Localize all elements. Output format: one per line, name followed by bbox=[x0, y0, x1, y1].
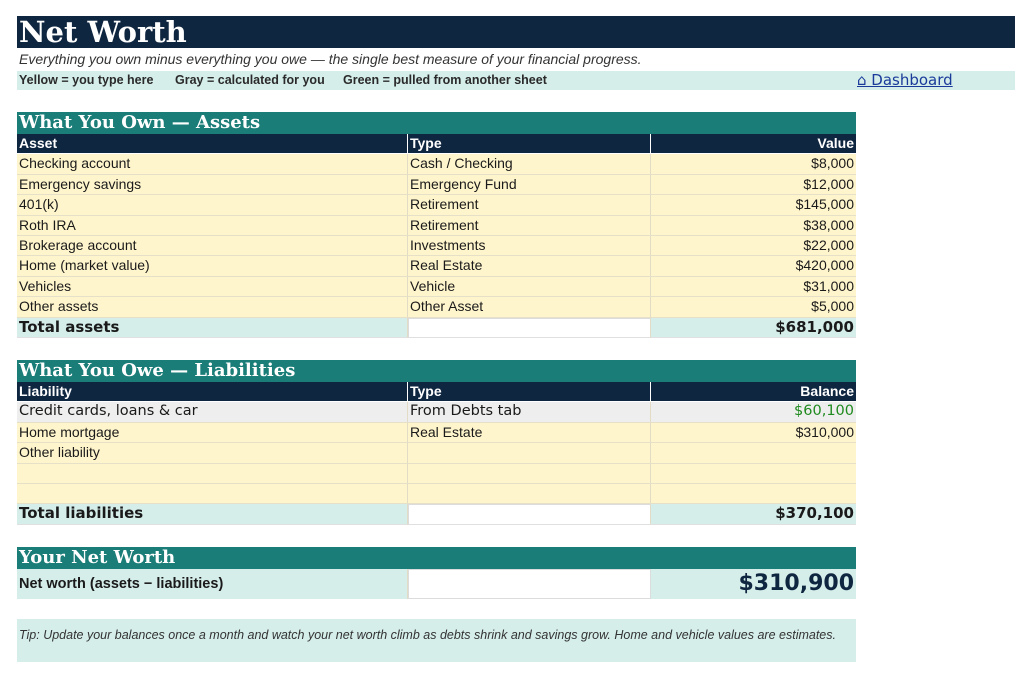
asset-name-cell[interactable]: Vehicles bbox=[17, 276, 408, 298]
table-row: Brokerage account Investments $22,000 bbox=[17, 235, 856, 257]
liability-value-cell[interactable] bbox=[651, 463, 856, 484]
liability-type-cell[interactable]: Real Estate bbox=[408, 422, 651, 444]
asset-value-cell[interactable]: $145,000 bbox=[651, 195, 856, 216]
total-liabilities-label: Total liabilities bbox=[17, 504, 408, 525]
linked-liability-name: Credit cards, loans & car bbox=[17, 402, 408, 423]
liabilities-table: Liability Type Balance Credit cards, loa… bbox=[17, 382, 856, 525]
liability-value-cell[interactable] bbox=[651, 483, 856, 505]
asset-type-cell[interactable]: Cash / Checking bbox=[408, 154, 651, 175]
asset-type-cell[interactable]: Investments bbox=[408, 235, 651, 257]
table-row bbox=[17, 463, 856, 484]
liability-value-cell[interactable]: $310,000 bbox=[651, 422, 856, 444]
legend-bar: Yellow = you type here Gray = calculated… bbox=[17, 71, 1015, 90]
total-liabilities-spacer bbox=[408, 504, 651, 525]
asset-type-cell[interactable]: Emergency Fund bbox=[408, 174, 651, 196]
table-row: Roth IRA Retirement $38,000 bbox=[17, 215, 856, 236]
col-header-balance: Balance bbox=[651, 382, 856, 403]
asset-value-cell[interactable]: $12,000 bbox=[651, 174, 856, 196]
col-header-type: Type bbox=[408, 134, 651, 155]
legend-yellow: Yellow = you type here bbox=[19, 73, 154, 87]
table-row: 401(k) Retirement $145,000 bbox=[17, 195, 856, 216]
asset-name-cell[interactable]: 401(k) bbox=[17, 195, 408, 216]
tip-note: Tip: Update your balances once a month a… bbox=[17, 619, 856, 662]
asset-value-cell[interactable]: $31,000 bbox=[651, 276, 856, 298]
table-row: Home (market value) Real Estate $420,000 bbox=[17, 256, 856, 277]
asset-type-cell[interactable]: Retirement bbox=[408, 215, 651, 236]
liabilities-section-title: What You Owe — Liabilities bbox=[17, 360, 856, 382]
net-worth-value: $310,900 bbox=[651, 569, 856, 599]
assets-total-row: Total assets $681,000 bbox=[17, 317, 856, 338]
net-worth-section-title: Your Net Worth bbox=[17, 547, 856, 569]
asset-name-cell[interactable]: Checking account bbox=[17, 154, 408, 175]
asset-value-cell[interactable]: $420,000 bbox=[651, 256, 856, 277]
total-liabilities-value: $370,100 bbox=[651, 504, 856, 525]
col-header-type: Type bbox=[408, 382, 651, 403]
col-header-asset: Asset bbox=[17, 134, 408, 155]
table-row: Emergency savings Emergency Fund $12,000 bbox=[17, 174, 856, 196]
table-row-linked: Credit cards, loans & car From Debts tab… bbox=[17, 402, 856, 423]
table-row: Home mortgage Real Estate $310,000 bbox=[17, 422, 856, 444]
asset-name-cell[interactable]: Emergency savings bbox=[17, 174, 408, 196]
assets-header-row: Asset Type Value bbox=[17, 134, 856, 155]
assets-table: Asset Type Value Checking account Cash /… bbox=[17, 134, 856, 338]
col-header-value: Value bbox=[651, 134, 856, 155]
liability-name-cell[interactable]: Home mortgage bbox=[17, 422, 408, 444]
page-title: Net Worth bbox=[17, 16, 1015, 48]
table-row: Other assets Other Asset $5,000 bbox=[17, 297, 856, 318]
asset-value-cell[interactable]: $38,000 bbox=[651, 215, 856, 236]
asset-type-cell[interactable]: Real Estate bbox=[408, 256, 651, 277]
table-row: Vehicles Vehicle $31,000 bbox=[17, 276, 856, 298]
asset-name-cell[interactable]: Roth IRA bbox=[17, 215, 408, 236]
total-assets-label: Total assets bbox=[17, 317, 408, 338]
linked-liability-type: From Debts tab bbox=[408, 402, 651, 423]
table-row: Other liability bbox=[17, 443, 856, 464]
liability-name-cell[interactable] bbox=[17, 483, 408, 505]
linked-liability-value: $60,100 bbox=[651, 402, 856, 423]
asset-name-cell[interactable]: Brokerage account bbox=[17, 235, 408, 257]
total-assets-spacer bbox=[408, 317, 651, 338]
asset-value-cell[interactable]: $8,000 bbox=[651, 154, 856, 175]
asset-type-cell[interactable]: Other Asset bbox=[408, 297, 651, 318]
liability-name-cell[interactable]: Other liability bbox=[17, 443, 408, 464]
net-worth-label: Net worth (assets − liabilities) bbox=[17, 569, 408, 599]
liability-type-cell[interactable] bbox=[408, 443, 651, 464]
liabilities-header-row: Liability Type Balance bbox=[17, 382, 856, 403]
asset-value-cell[interactable]: $22,000 bbox=[651, 235, 856, 257]
liability-type-cell[interactable] bbox=[408, 463, 651, 484]
net-worth-spacer bbox=[408, 569, 651, 599]
legend-gray: Gray = calculated for you bbox=[175, 73, 325, 87]
total-assets-value: $681,000 bbox=[651, 317, 856, 338]
liability-type-cell[interactable] bbox=[408, 483, 651, 505]
col-header-liability: Liability bbox=[17, 382, 408, 403]
asset-type-cell[interactable]: Retirement bbox=[408, 195, 651, 216]
dashboard-link[interactable]: ⌂ Dashboard bbox=[857, 71, 953, 89]
legend-green: Green = pulled from another sheet bbox=[343, 73, 547, 87]
net-worth-row: Net worth (assets − liabilities) $310,90… bbox=[17, 569, 856, 599]
liability-name-cell[interactable] bbox=[17, 463, 408, 484]
table-row: Checking account Cash / Checking $8,000 bbox=[17, 154, 856, 175]
asset-name-cell[interactable]: Other assets bbox=[17, 297, 408, 318]
liability-value-cell[interactable] bbox=[651, 443, 856, 464]
assets-section-title: What You Own — Assets bbox=[17, 112, 856, 134]
asset-value-cell[interactable]: $5,000 bbox=[651, 297, 856, 318]
asset-type-cell[interactable]: Vehicle bbox=[408, 276, 651, 298]
liabilities-total-row: Total liabilities $370,100 bbox=[17, 504, 856, 525]
page-subtitle: Everything you own minus everything you … bbox=[19, 51, 642, 67]
asset-name-cell[interactable]: Home (market value) bbox=[17, 256, 408, 277]
table-row bbox=[17, 483, 856, 505]
